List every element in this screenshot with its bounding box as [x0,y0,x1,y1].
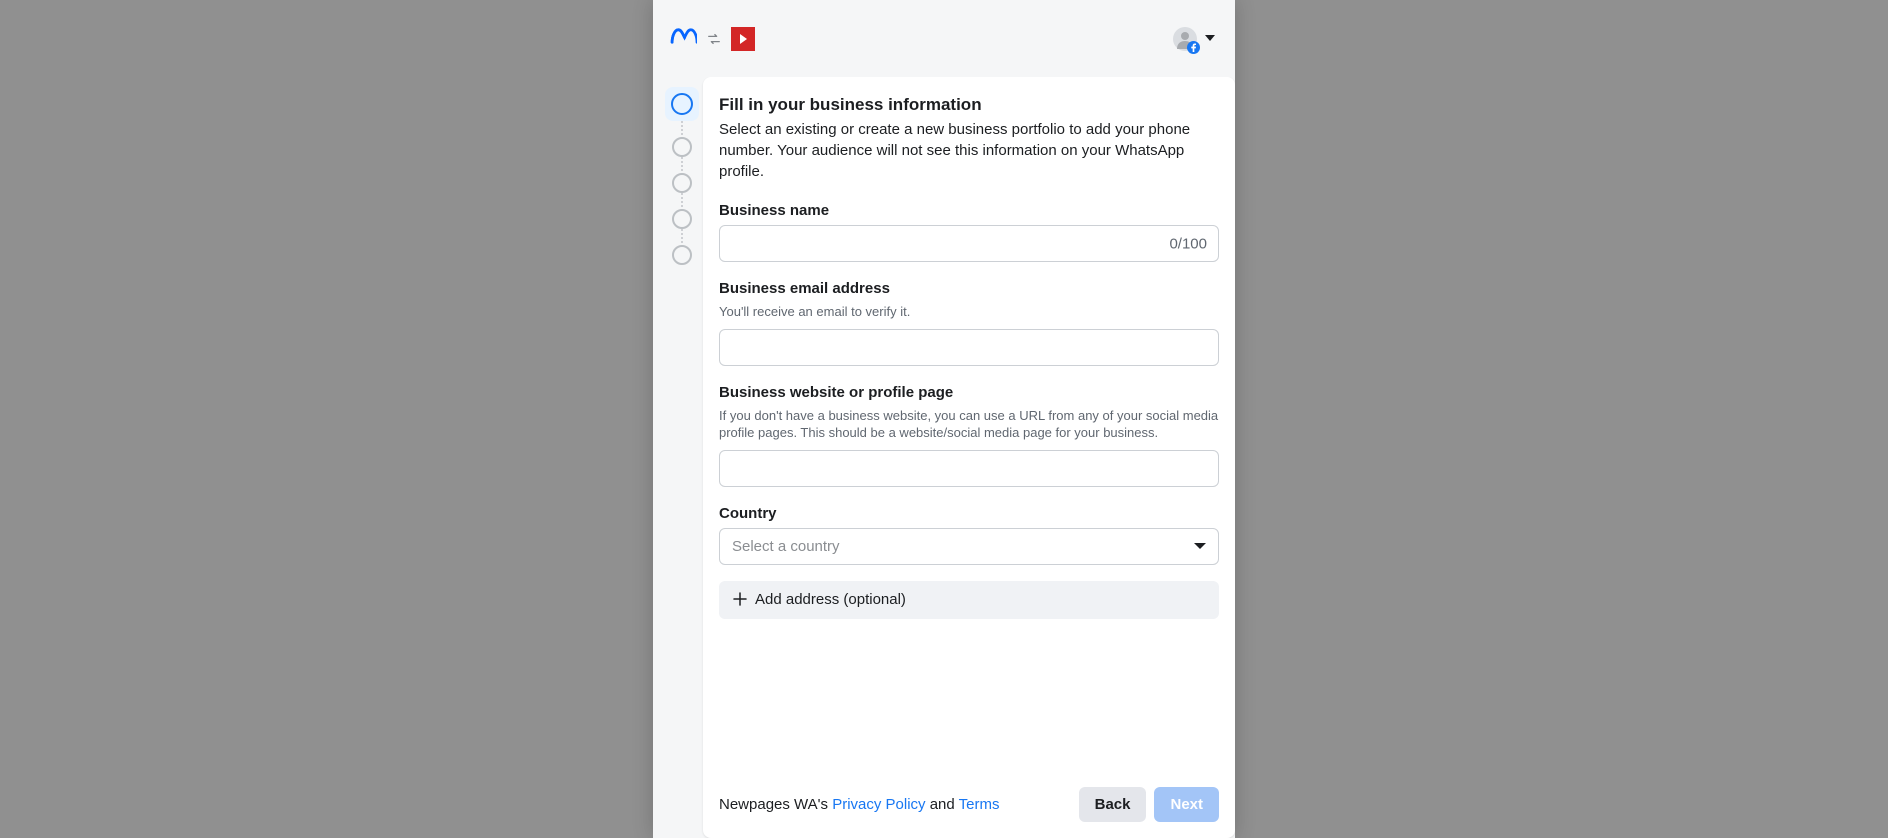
sync-icon [707,32,721,46]
modal-body: Fill in your business information Select… [653,77,1235,838]
email-help: You'll receive an email to verify it. [719,303,1219,321]
website-help: If you don't have a business website, yo… [719,407,1219,442]
email-label: Business email address [719,280,1219,297]
website-group: Business website or profile page If you … [719,384,1219,487]
footer-legal: Newpages WA's Privacy Policy and Terms [719,796,999,813]
app-logo-icon [731,27,755,51]
caret-down-icon [1194,543,1206,549]
modal: Fill in your business information Select… [653,0,1235,838]
step-3 [672,173,692,193]
header-right [1173,27,1215,51]
add-address-button[interactable]: Add address (optional) [719,581,1219,619]
content-card: Fill in your business information Select… [703,77,1235,838]
privacy-link[interactable]: Privacy Policy [832,796,925,813]
website-label: Business website or profile page [719,384,1219,401]
country-group: Country Select a country [719,505,1219,565]
step-4 [672,209,692,229]
next-button[interactable]: Next [1154,787,1219,822]
avatar[interactable] [1173,27,1197,51]
business-name-label: Business name [719,202,1219,219]
modal-header [653,0,1235,77]
footer-prefix: Newpages WA's [719,796,832,813]
header-left [669,26,755,51]
footer-and: and [926,796,959,813]
add-address-label: Add address (optional) [755,591,906,608]
facebook-badge-icon [1187,41,1200,54]
back-button[interactable]: Back [1079,787,1147,822]
char-count: 0/100 [1169,235,1207,252]
step-1 [665,87,699,121]
country-label: Country [719,505,1219,522]
business-name-group: Business name 0/100 [719,202,1219,262]
footer: Newpages WA's Privacy Policy and Terms B… [719,747,1219,822]
step-connector [681,193,683,209]
step-2 [672,137,692,157]
country-select[interactable]: Select a country [719,528,1219,565]
footer-actions: Back Next [1079,787,1219,822]
email-input[interactable] [719,329,1219,366]
country-placeholder: Select a country [732,538,840,555]
step-connector [681,121,683,137]
page-subtitle: Select an existing or create a new busin… [719,119,1219,182]
business-name-input[interactable] [719,225,1219,262]
step-5 [672,245,692,265]
plus-icon [733,591,747,609]
email-group: Business email address You'll receive an… [719,280,1219,366]
chevron-down-icon[interactable] [1205,33,1215,44]
step-connector [681,229,683,245]
website-input[interactable] [719,450,1219,487]
step-connector [681,157,683,173]
meta-logo-icon [669,26,697,51]
terms-link[interactable]: Terms [959,796,1000,813]
stepper [661,77,703,838]
page-title: Fill in your business information [719,95,1219,115]
